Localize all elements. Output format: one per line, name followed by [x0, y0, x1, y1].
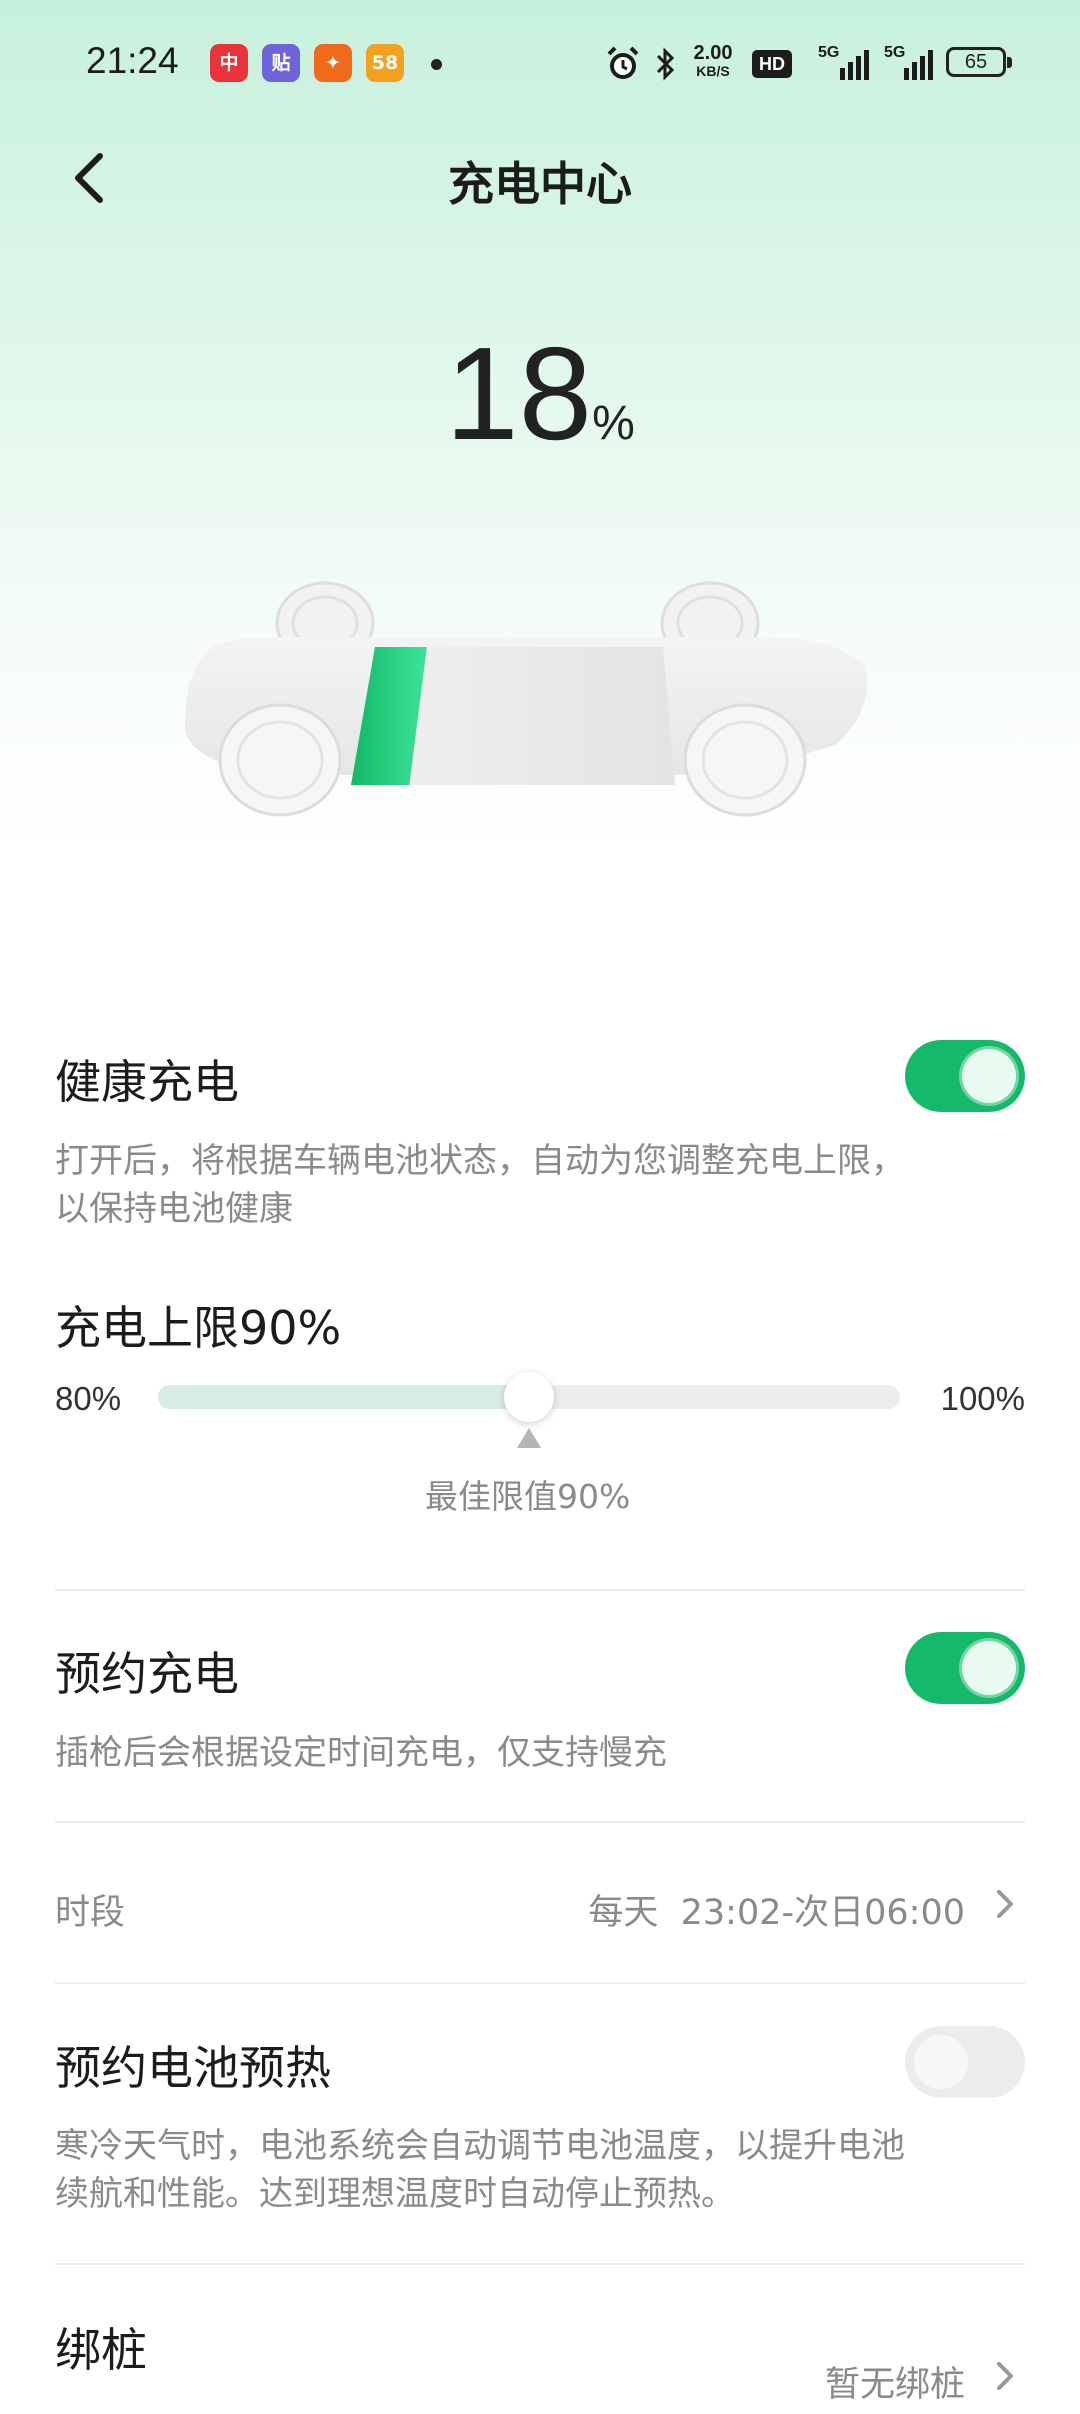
optimal-marker-icon [517, 1428, 541, 1448]
charge-limit-slider-fill [158, 1385, 529, 1409]
divider [55, 2263, 1025, 2265]
scheduled-charging-toggle[interactable] [905, 1632, 1025, 1704]
divider [55, 1821, 1025, 1823]
divider [55, 1589, 1025, 1591]
scheduled-charging-description: 插枪后会根据设定时间充电，仅支持慢充 [55, 1733, 667, 1773]
battery-preheat-description: 寒冷天气时，电池系统会自动调节电池温度，以提升电池续航和性能。达到理想温度时自动… [55, 2126, 905, 2214]
toggle-knob [962, 1049, 1016, 1103]
scheduled-charging-title: 预约充电 [55, 1647, 239, 1701]
optimal-limit-label: 最佳限值90% [425, 1477, 631, 1516]
battery-percent-unit: % [592, 397, 635, 450]
chevron-right-icon[interactable] [990, 2356, 1020, 2396]
hd-icon: HD [752, 50, 792, 78]
toggle-knob [962, 1641, 1016, 1695]
battery-percent: 18% [0, 318, 1080, 469]
healthy-charging-title: 健康充电 [55, 1055, 239, 1109]
status-bar: 21:24 中 贴 ✦ 58 2.00 KB/S HD 5G 5G 65 [0, 0, 1080, 128]
chevron-right-icon[interactable] [990, 1884, 1020, 1924]
toggle-knob [914, 2035, 968, 2089]
alarm-icon [607, 46, 639, 79]
charge-limit-slider-thumb[interactable] [504, 1372, 554, 1422]
healthy-charging-description: 打开后，将根据车辆电池状态，自动为您调整充电上限，以保持电池健康 [55, 1141, 905, 1229]
app-icon-1: 中 [210, 44, 248, 82]
battery-preheat-toggle[interactable] [905, 2026, 1025, 2098]
status-time: 21:24 [86, 40, 179, 81]
page-title: 充电中心 [448, 157, 632, 211]
charge-limit-title: 充电上限90% [55, 1301, 342, 1355]
period-value[interactable]: 每天 23:02-次日06:00 [588, 1884, 965, 1935]
charge-limit-min-label: 80% [55, 1380, 122, 1417]
battery-preheat-title: 预约电池预热 [55, 2041, 331, 2095]
divider [55, 1982, 1025, 1984]
charge-limit-max-label: 100% [940, 1380, 1025, 1417]
app-icon-4: 58 [366, 44, 404, 82]
healthy-charging-toggle[interactable] [905, 1040, 1025, 1112]
bind-pile-value[interactable]: 暂无绑桩 [825, 2356, 965, 2407]
signal-icon-2 [904, 50, 933, 80]
app-icon-3: ✦ [314, 44, 352, 82]
battery-icon: 65 [946, 47, 1012, 77]
car-battery-illustration [185, 581, 867, 817]
app-icon-2: 贴 [262, 44, 300, 82]
net-speed: 2.00 KB/S [693, 42, 733, 79]
signal-icon-1 [840, 50, 869, 80]
bind-pile-title: 绑桩 [55, 2323, 147, 2377]
battery-percent-value: 18 [445, 320, 593, 467]
more-notifications-dot [431, 59, 442, 70]
period-label: 时段 [55, 1893, 126, 1933]
bluetooth-icon [656, 47, 675, 81]
